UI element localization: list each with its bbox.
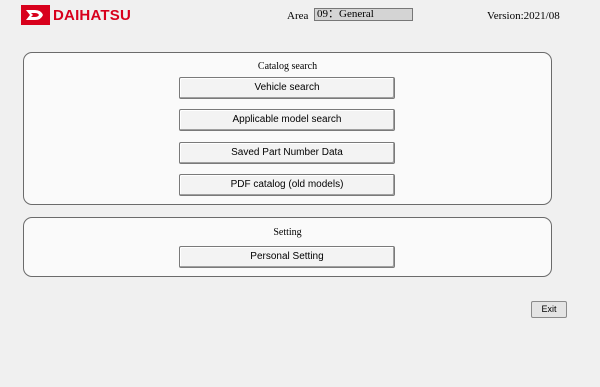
version-label: Version:2021/08: [487, 10, 560, 22]
applicable-model-search-button[interactable]: Applicable model search: [179, 109, 395, 131]
pdf-catalog-button[interactable]: PDF catalog (old models): [179, 174, 395, 196]
area-field[interactable]: 09：General: [314, 8, 413, 21]
daihatsu-logo: DAIHATSU: [21, 5, 131, 25]
setting-panel: Setting Personal Setting: [23, 217, 552, 277]
saved-part-number-data-button[interactable]: Saved Part Number Data: [179, 142, 395, 164]
area-label: Area: [287, 10, 309, 22]
brand-name: DAIHATSU: [53, 6, 131, 24]
vehicle-search-button[interactable]: Vehicle search: [179, 77, 395, 99]
catalog-search-title: Catalog search: [257, 61, 318, 72]
exit-button[interactable]: Exit: [531, 301, 567, 318]
top-bar: DAIHATSU Area 09：General Version:2021/08: [0, 0, 600, 30]
personal-setting-button[interactable]: Personal Setting: [179, 246, 395, 268]
daihatsu-logo-icon: [21, 5, 50, 25]
catalog-search-panel: Catalog search Vehicle search Applicable…: [23, 52, 552, 205]
setting-title: Setting: [273, 227, 302, 238]
